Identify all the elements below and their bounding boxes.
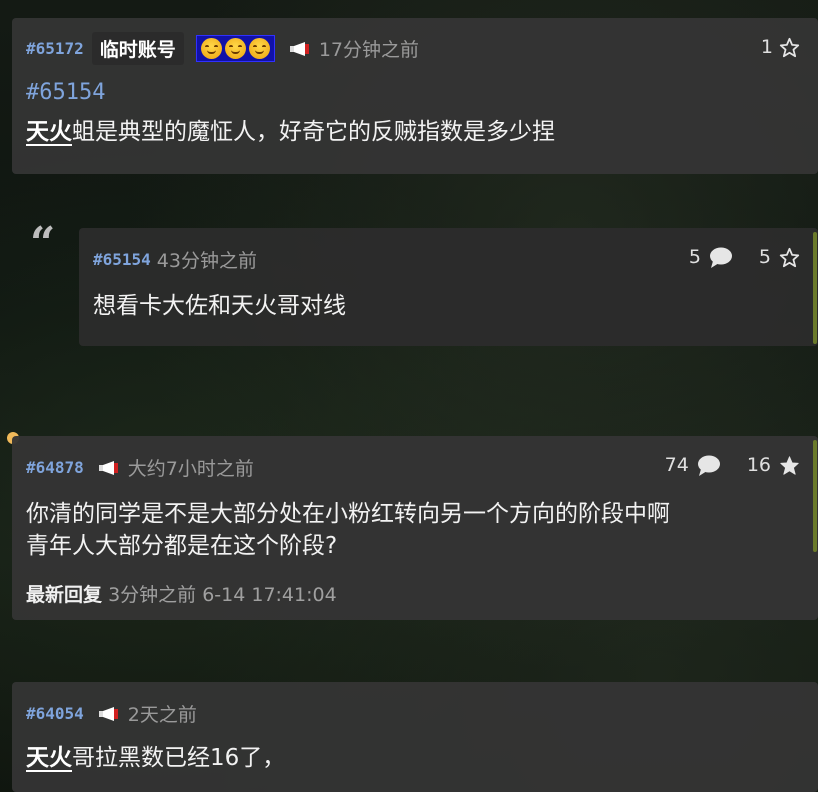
latest-reply[interactable]: 最新回复 3分钟之前 6-14 17:41:04: [26, 580, 337, 607]
latest-reply-label: 最新回复: [26, 584, 103, 606]
post-text-line: 你清的同学是不是大部分处在小粉红转向另一个方向的阶段中啊: [26, 501, 670, 527]
reply-reference-link[interactable]: #65154: [26, 80, 105, 105]
comment-bubble-icon[interactable]: [697, 455, 721, 476]
post-stats: 5 5: [689, 246, 800, 268]
post-text: 哥拉黑数已经16了，: [72, 745, 286, 771]
post-content: 天火哥拉黑数已经16了，: [26, 742, 285, 774]
comment-count: 5: [688, 246, 701, 268]
name-tag: 临时账号: [91, 32, 184, 65]
like-count: 5: [758, 246, 771, 268]
like-count: 16: [746, 454, 771, 476]
post-id[interactable]: #64878: [26, 458, 84, 477]
tag-link[interactable]: 天火: [26, 119, 72, 145]
star-outline-icon[interactable]: [779, 37, 800, 58]
post-time: 2天之前: [127, 704, 197, 726]
megaphone-icon: [98, 706, 118, 721]
like-stat[interactable]: 1: [761, 36, 800, 58]
latest-reply-time: 3分钟之前 6-14 17:41:04: [108, 584, 337, 606]
post-card-64878[interactable]: #64878 大约7小时之前 74 16 你清的同学是不是大部分处在小粉红转向另…: [12, 436, 818, 620]
tag-link[interactable]: 天火: [26, 745, 72, 771]
post-id[interactable]: #65154: [93, 250, 151, 269]
quote-icon: “: [30, 218, 56, 269]
quoted-post-card-65154[interactable]: #65154 43分钟之前 5 5 想看卡大佐和天火哥对线: [79, 228, 818, 346]
post-text: 蛆是典型的魔怔人，好奇它的反贼指数是多少捏: [72, 119, 555, 145]
star-filled-icon[interactable]: [779, 455, 800, 476]
post-content: 天火蛆是典型的魔怔人，好奇它的反贼指数是多少捏: [26, 116, 555, 148]
comment-bubble-icon[interactable]: [709, 247, 733, 268]
scroll-indicator: [813, 232, 817, 344]
post-text: 想看卡大佐和天火哥对线: [93, 293, 346, 319]
post-time: 17分钟之前: [318, 39, 419, 61]
post-stats: 74 16: [665, 454, 800, 476]
hugging-face-icon: [200, 38, 222, 59]
post-time: 大约7小时之前: [127, 458, 254, 480]
post-meta: #65172 临时账号 17分钟之前: [26, 32, 419, 65]
post-meta: #64878 大约7小时之前: [26, 454, 254, 481]
like-count: 1: [760, 36, 773, 58]
post-card-64054[interactable]: #64054 2天之前 天火哥拉黑数已经16了，: [12, 682, 818, 792]
hugging-face-icon: [224, 38, 246, 59]
post-time: 43分钟之前: [156, 250, 257, 272]
post-meta: #65154 43分钟之前: [93, 246, 257, 273]
post-card-65172[interactable]: #65172 临时账号 17分钟之前 1 #65154 天火蛆是典型的魔怔人，好…: [12, 18, 818, 174]
post-content: 你清的同学是不是大部分处在小粉红转向另一个方向的阶段中啊 青年人大部分都是在这个…: [26, 498, 806, 562]
hugging-face-icon: [248, 38, 270, 59]
post-id[interactable]: #64054: [26, 704, 84, 723]
megaphone-icon: [98, 460, 118, 475]
post-id[interactable]: #65172: [26, 39, 84, 58]
post-meta: #64054 2天之前: [26, 700, 197, 727]
emoji-badge: [195, 35, 275, 62]
scroll-indicator: [813, 440, 817, 552]
star-outline-icon[interactable]: [779, 247, 800, 268]
megaphone-icon: [289, 41, 309, 56]
post-text-line: 青年人大部分都是在这个阶段?: [26, 533, 338, 559]
comment-count: 74: [664, 454, 689, 476]
